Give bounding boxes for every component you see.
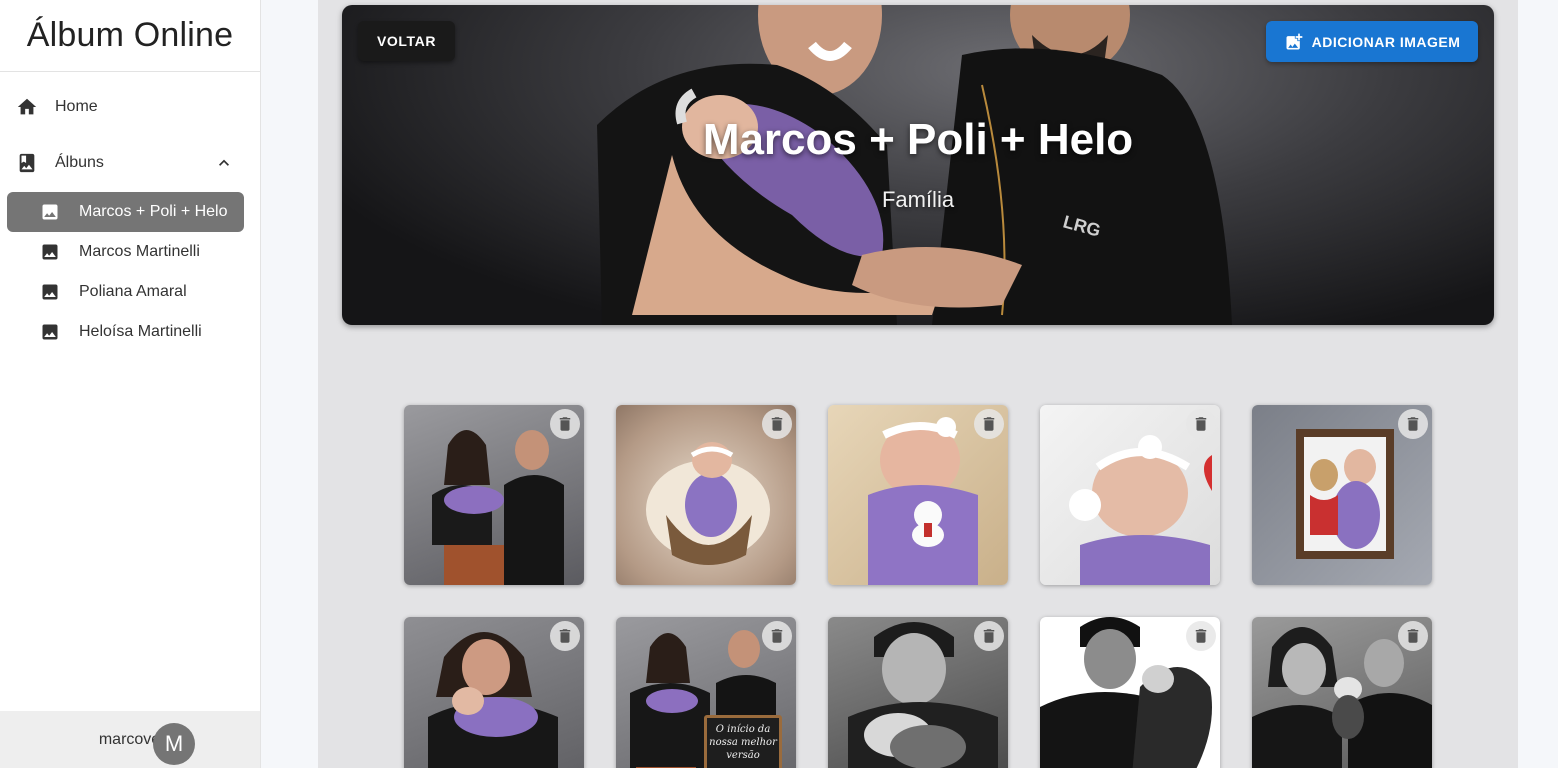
photo-thumb[interactable] — [1252, 617, 1432, 768]
photo-thumb[interactable]: O início da nossa melhor versão — [616, 617, 796, 768]
home-icon — [16, 96, 38, 118]
chalkboard-sign: O início da nossa melhor versão — [704, 715, 782, 768]
sidebar-item-label: Heloísa Martinelli — [79, 323, 202, 340]
trash-icon — [1407, 629, 1419, 643]
sidebar-item-album-2[interactable]: Poliana Amaral — [7, 272, 244, 312]
trash-icon — [559, 417, 571, 431]
delete-photo-button[interactable] — [1398, 621, 1428, 651]
image-icon — [40, 322, 60, 342]
add-image-label: ADICIONAR IMAGEM — [1311, 33, 1461, 50]
delete-photo-button[interactable] — [762, 409, 792, 439]
trash-icon — [1407, 417, 1419, 431]
photo-thumb[interactable] — [1252, 405, 1432, 585]
album-category: Família — [881, 187, 955, 212]
trash-icon — [771, 629, 783, 643]
album-book-icon — [16, 152, 38, 174]
user-bar: marcoveioofc M — [0, 711, 260, 768]
delete-photo-button[interactable] — [1186, 621, 1216, 651]
sidebar-item-album-3[interactable]: Heloísa Martinelli — [7, 312, 244, 352]
sidebar-item-label: Marcos + Poli + Helo — [79, 203, 228, 220]
sidebar-item-album-1[interactable]: Marcos Martinelli — [7, 232, 244, 272]
image-icon — [40, 242, 60, 262]
add-photo-icon — [1284, 32, 1304, 52]
delete-photo-button[interactable] — [550, 621, 580, 651]
photo-thumb[interactable] — [616, 405, 796, 585]
album-title: Marcos + Poli + Helo — [702, 115, 1134, 164]
delete-photo-button[interactable] — [1398, 409, 1428, 439]
photo-thumb[interactable] — [828, 617, 1008, 768]
trash-icon — [559, 629, 571, 643]
trash-icon — [771, 417, 783, 431]
photo-thumb[interactable] — [404, 405, 584, 585]
nav-home-label: Home — [55, 98, 98, 115]
back-button[interactable]: VOLTAR — [358, 21, 455, 61]
sidebar-item-label: Marcos Martinelli — [79, 243, 200, 260]
photo-thumb[interactable] — [828, 405, 1008, 585]
sidebar-item-album-0[interactable]: Marcos + Poli + Helo — [7, 192, 244, 232]
trash-icon — [983, 417, 995, 431]
delete-photo-button[interactable] — [762, 621, 792, 651]
album-cover: LRG VOLTAR ADICIONAR IMAGEM Marcos + Pol… — [342, 5, 1494, 325]
sidebar: Álbum Online Home Álbuns Marcos + Poli +… — [0, 0, 261, 768]
delete-photo-button[interactable] — [974, 621, 1004, 651]
trash-icon — [1195, 417, 1207, 431]
main-panel: LRG VOLTAR ADICIONAR IMAGEM Marcos + Pol… — [318, 0, 1518, 768]
delete-photo-button[interactable] — [974, 409, 1004, 439]
sidebar-item-label: Poliana Amaral — [79, 283, 187, 300]
trash-icon — [1195, 629, 1207, 643]
photo-thumb[interactable] — [404, 617, 584, 768]
nav-albums-label: Álbuns — [55, 154, 104, 171]
add-image-button[interactable]: ADICIONAR IMAGEM — [1266, 21, 1478, 62]
nav-home[interactable]: Home — [0, 87, 260, 127]
trash-icon — [983, 629, 995, 643]
chevron-up-icon[interactable] — [214, 153, 234, 173]
app-title: Álbum Online — [0, 0, 260, 72]
photo-thumb[interactable] — [1040, 405, 1220, 585]
nav-albums[interactable]: Álbuns — [0, 143, 260, 183]
image-icon — [40, 282, 60, 302]
delete-photo-button[interactable] — [1186, 409, 1216, 439]
image-icon — [40, 202, 60, 222]
photo-thumb[interactable] — [1040, 617, 1220, 768]
avatar[interactable]: M — [153, 723, 195, 765]
delete-photo-button[interactable] — [550, 409, 580, 439]
